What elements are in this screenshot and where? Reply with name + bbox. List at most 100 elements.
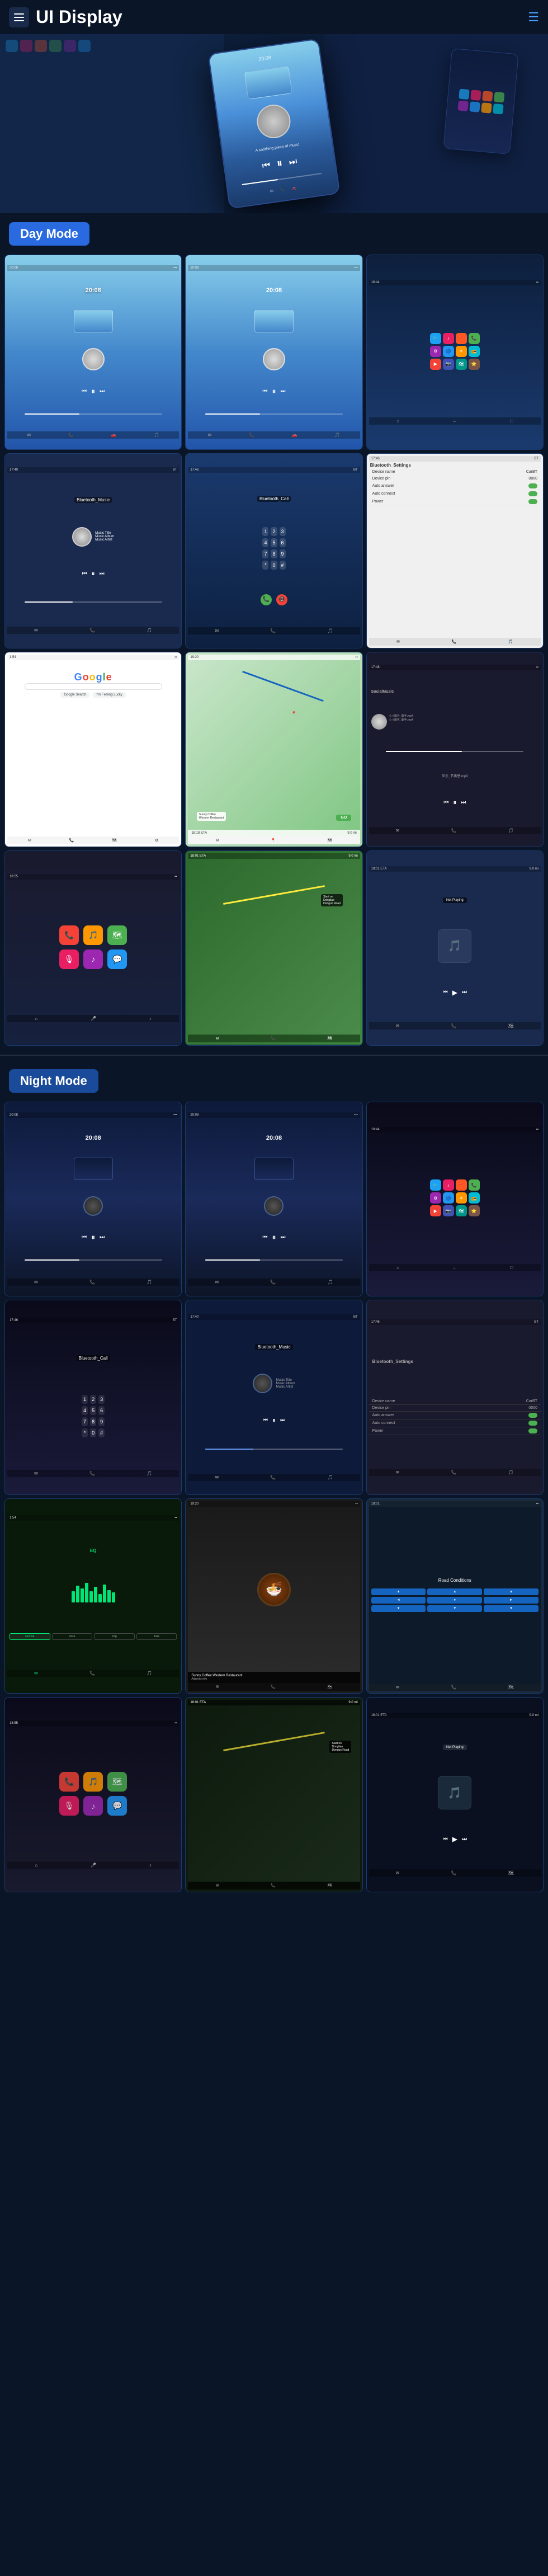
dial-9[interactable]: 9 [280, 549, 286, 558]
night-power-toggle[interactable] [528, 1428, 537, 1433]
np-nav-3[interactable]: 🗺 [508, 1023, 514, 1028]
night-app-5[interactable]: ⚙ [430, 1192, 441, 1204]
night-carplay-bottom[interactable]: ⌂ 🎤 ♪ [7, 1862, 179, 1869]
night-power[interactable]: Power [369, 1427, 541, 1435]
app-settings[interactable]: ⚙ [430, 346, 441, 357]
n1-nav-3[interactable]: 🎵 [147, 1280, 152, 1285]
email-2[interactable]: ✉ [208, 433, 212, 438]
cp-messages[interactable]: 💬 [107, 949, 127, 969]
go-button[interactable]: GO [336, 815, 351, 821]
nbs-nav-2[interactable]: 📞 [451, 1470, 457, 1475]
nbm-nav-1[interactable]: ✉ [215, 1475, 219, 1480]
google-lucky-btn[interactable]: I'm Feeling Lucky [93, 692, 126, 698]
app-bt[interactable]: 🔵 [443, 346, 454, 357]
dial-5[interactable]: 5 [271, 538, 277, 547]
nnp-nav-1[interactable]: ✉ [396, 1870, 400, 1875]
bt-nav-3[interactable]: 🎵 [147, 628, 152, 633]
dial-6[interactable]: 6 [280, 538, 286, 547]
nnp-nav-2[interactable]: 📞 [451, 1870, 457, 1875]
apps-grid-day[interactable]: 🐦 ♪ 📍 📞 ⚙ 🔵 ☀ 📻 ▶ 📷 🗺 ⭐ [428, 331, 482, 372]
power-toggle[interactable] [528, 499, 537, 504]
nnp-nav-3[interactable]: 🗺 [508, 1870, 514, 1875]
app-music[interactable]: ♪ [443, 333, 454, 344]
setting-auto-connect[interactable]: Auto connect [369, 490, 541, 498]
night-auto-connect[interactable]: Auto connect [369, 1419, 541, 1427]
setting-auto-answer[interactable]: Auto answer [369, 482, 541, 490]
google-search-btn[interactable]: Google Search [60, 692, 89, 698]
night-dial-grid[interactable]: 1 2 3 4 5 6 7 8 9 * 0 # [79, 1393, 107, 1440]
settings-nav-2[interactable]: 📞 [452, 640, 457, 644]
prev-btn-2[interactable]: ⏮ [262, 388, 267, 394]
night-apps-bottom[interactable]: ⌂ ← □ [369, 1264, 541, 1271]
road-btn-5[interactable]: ● [427, 1597, 482, 1604]
dial-0[interactable]: 0 [271, 561, 277, 570]
bottom-apps[interactable]: ⌂ ← □ [369, 417, 541, 425]
road-btn-4[interactable]: ◄ [371, 1597, 426, 1604]
night-nav-play-bottom[interactable]: ✉ 📞 🗺 [369, 1869, 541, 1877]
carplay-siri[interactable]: 🎤 [91, 1016, 96, 1021]
night-ac-toggle[interactable] [528, 1421, 537, 1426]
night-bt-call-bottom[interactable]: ✉ 📞 🎵 [7, 1470, 179, 1477]
ncp-maps[interactable]: 🗺 [107, 1772, 127, 1792]
night-nav-bottom[interactable]: ✉ 📞 🗺 [188, 1882, 360, 1889]
night-bottom-2[interactable]: ✉ 📞 🎵 [188, 1278, 360, 1286]
road-btn-2[interactable]: ▲ [427, 1588, 482, 1595]
night-next-2[interactable]: ⏭ [280, 1234, 285, 1240]
play-btn-2[interactable]: ⏸ [272, 387, 276, 396]
next-btn[interactable]: ⏭ [100, 388, 105, 394]
app-misc[interactable]: ⭐ [469, 359, 480, 370]
nbc-nav-1[interactable]: ✉ [34, 1471, 38, 1476]
n1-nav-2[interactable]: 📞 [89, 1280, 95, 1285]
cp-maps[interactable]: 🗺 [107, 925, 127, 945]
local-nav-3[interactable]: 🎵 [508, 828, 514, 833]
app-twitter[interactable]: 🐦 [430, 333, 441, 344]
map-bottom[interactable]: ✉ 📍 🗺 [188, 836, 360, 844]
roads-nav-2[interactable]: 📞 [451, 1685, 457, 1690]
eq-preset-1[interactable]: Normal [10, 1633, 50, 1640]
night-bt-prev[interactable]: ⏮ [263, 1417, 268, 1423]
night-dial-3[interactable]: 3 [98, 1395, 105, 1404]
night-app-2[interactable]: ♪ [443, 1179, 454, 1191]
next-button[interactable]: ⏭ [289, 157, 298, 168]
night-bt-controls[interactable]: ⏮ ⏸ ⏭ [263, 1416, 285, 1425]
dial-1[interactable]: 1 [262, 527, 268, 536]
road-btn-8[interactable]: ▼ [427, 1605, 482, 1612]
nnm-nav-2[interactable]: 📞 [271, 1883, 276, 1888]
ncp-spotify[interactable]: ♪ [83, 1796, 103, 1816]
eq-nav-3[interactable]: 🎵 [147, 1671, 152, 1676]
night-app-7[interactable]: ☀ [456, 1192, 467, 1204]
night-dial-hash[interactable]: # [98, 1428, 105, 1437]
night-dial-star[interactable]: * [82, 1428, 88, 1437]
auto-answer-toggle[interactable] [528, 483, 537, 488]
np-nav-1[interactable]: ✉ [396, 1023, 400, 1028]
nav-nav-1[interactable]: ✉ [216, 1036, 219, 1041]
cp-podcast[interactable]: 🎙 [59, 949, 79, 969]
night-play-1[interactable]: ⏸ [91, 1233, 95, 1242]
night-prev-1[interactable]: ⏮ [82, 1234, 87, 1240]
nav-nav-2[interactable]: 📞 [271, 1036, 276, 1041]
music-nav-icon[interactable]: 🎵 [154, 433, 159, 438]
dial-grid[interactable]: 1 2 3 4 5 6 7 8 9 * 0 # [260, 525, 287, 572]
bcall-nav-2[interactable]: 📞 [270, 628, 276, 633]
nnm-nav-1[interactable]: ✉ [216, 1883, 219, 1888]
dial-hash[interactable]: # [280, 561, 286, 570]
app-video[interactable]: ▶ [430, 359, 441, 370]
night-controls-2[interactable]: ⏮ ⏸ ⏭ [262, 1233, 285, 1242]
night-app-10[interactable]: 📷 [443, 1205, 454, 1216]
google-nav-4[interactable]: ⚙ [155, 838, 158, 843]
carplay-now-playing[interactable]: ♪ [149, 1016, 152, 1021]
home-icon[interactable]: ⌂ [396, 419, 399, 424]
night-carplay-apps[interactable]: 📞 🎵 🗺 🎙 ♪ 💬 [55, 1768, 131, 1820]
dial-4[interactable]: 4 [262, 538, 268, 547]
settings-nav-3[interactable]: 🎵 [508, 640, 513, 644]
n2-nav-2[interactable]: 📞 [270, 1280, 276, 1285]
bt-play[interactable]: ⏸ [92, 570, 95, 578]
nbm-nav-2[interactable]: 📞 [270, 1475, 276, 1480]
ncp-phone[interactable]: 📞 [59, 1772, 79, 1792]
eq-preset-2[interactable]: Rock [52, 1633, 93, 1640]
end-btn[interactable]: 📵 [276, 594, 287, 605]
ncp-podcast[interactable]: 🎙 [59, 1796, 79, 1816]
dial-3[interactable]: 3 [280, 527, 286, 536]
bt-nav-2[interactable]: 📞 [89, 628, 95, 633]
carplay-home[interactable]: ⌂ [35, 1016, 37, 1021]
